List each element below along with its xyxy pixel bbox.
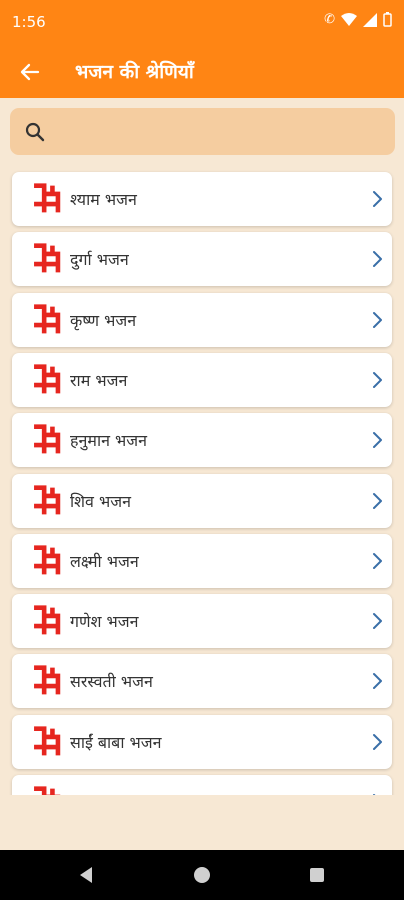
swastika-icon [34,243,61,273]
swastika-icon [34,484,61,514]
list-item-label: राम भजन [70,370,128,390]
search-icon [25,122,45,142]
list-item-label: लक्ष्मी भजन [70,551,139,571]
page-title: भजन की श्रेणियाँ [75,61,194,83]
swastika-icon [34,726,61,756]
category-list: श्याम भजन दुर्गा भजन कृष्ण भजन राम भजन हनुमा… [0,168,404,795]
status-icons: ✆ [324,12,392,27]
chevron-right-icon [373,733,382,750]
chevron-right-icon [373,492,382,509]
list-item[interactable]: दुर्गा भजन [12,232,392,287]
list-item[interactable]: राम भजन [12,352,392,407]
swastika-icon [34,665,61,695]
chevron-right-icon [373,371,382,388]
swastika-icon [34,364,61,394]
back-arrow-icon[interactable] [14,56,46,88]
chevron-right-icon [373,552,382,569]
nav-recents-icon[interactable] [310,868,324,882]
swastika-icon [34,545,61,575]
list-item-label: दुर्गा भजन [70,250,129,270]
nav-home-icon[interactable] [194,867,210,883]
list-item[interactable]: कृष्ण भजन [12,292,392,347]
list-item[interactable]: सरस्वती भजन [12,654,392,709]
list-item[interactable]: श्याम भजन [12,172,392,226]
app-bar: भजन की श्रेणियाँ [0,46,404,98]
signal-icon [363,12,377,27]
swastika-icon [34,183,61,213]
chevron-right-icon [373,613,382,630]
swastika-icon [34,786,61,795]
nav-back-icon[interactable] [78,866,94,884]
list-item[interactable]: साईं बाबा भजन [12,714,392,769]
battery-icon [383,12,392,27]
chevron-right-icon [373,432,382,449]
search-bar[interactable] [10,108,395,157]
list-item[interactable]: लक्ष्मी भजन [12,533,392,588]
swastika-icon [34,605,61,635]
list-item-label: गणेश भजन [70,612,139,632]
search-input[interactable] [54,108,388,157]
list-item[interactable] [12,775,392,795]
chevron-right-icon [373,673,382,690]
system-nav-bar [0,850,404,900]
chevron-right-icon [373,251,382,268]
call-icon: ✆ [324,12,335,27]
list-item[interactable]: गणेश भजन [12,594,392,649]
swastika-icon [34,303,61,333]
swastika-icon [34,424,61,454]
list-item-label: साईं बाबा भजन [70,732,162,752]
list-item-label: शिव भजन [70,491,132,511]
chevron-right-icon [373,311,382,328]
status-bar: 1:56 ✆ [0,0,404,46]
chevron-right-icon [373,191,382,207]
list-item-label: श्याम भजन [70,190,137,209]
wifi-icon [341,12,357,26]
status-time: 1:56 [12,13,46,31]
list-item-label: कृष्ण भजन [70,310,137,330]
list-item-label: सरस्वती भजन [70,672,153,692]
list-item[interactable]: हनुमान भजन [12,413,392,468]
list-item-label: हनुमान भजन [70,431,148,451]
list-item[interactable]: शिव भजन [12,473,392,528]
chevron-right-icon [373,794,376,795]
